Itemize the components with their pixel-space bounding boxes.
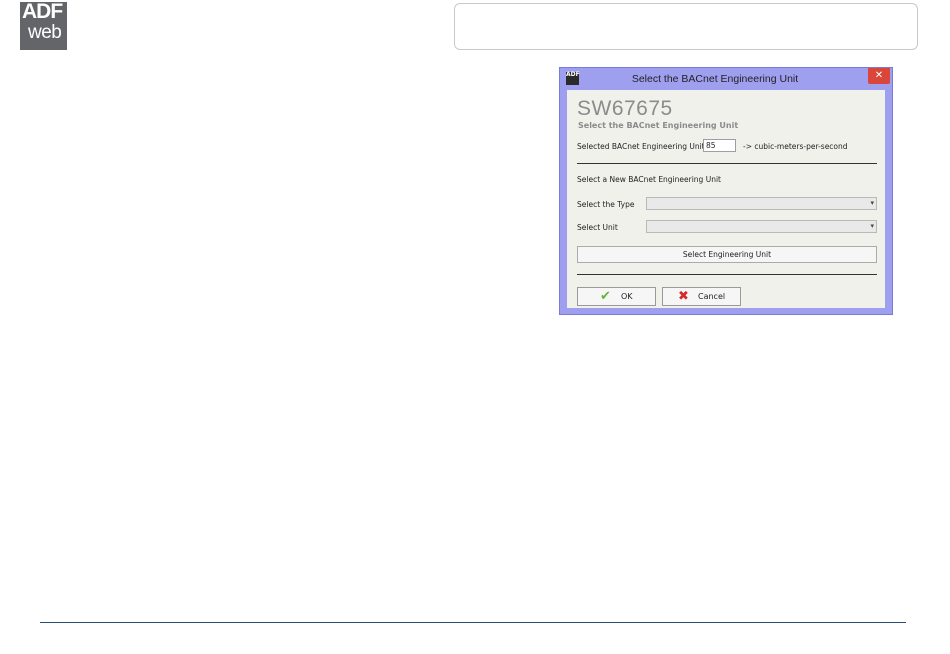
selected-unit-label: Selected BACnet Engineering Unit	[577, 142, 705, 151]
footer-line	[40, 622, 906, 623]
unit-select[interactable]: ▾	[646, 220, 877, 233]
cancel-button-label: Cancel	[698, 292, 726, 301]
chevron-down-icon: ▾	[870, 223, 874, 230]
engineering-unit-dialog: ADF Select the BACnet Engineering Unit ✕…	[559, 67, 893, 315]
close-button[interactable]: ✕	[868, 68, 890, 84]
logo-line-2: web	[28, 22, 62, 43]
new-unit-heading: Select a New BACnet Engineering Unit	[577, 175, 721, 184]
separator-top	[577, 163, 877, 164]
header-box	[454, 3, 918, 50]
selected-unit-input[interactable]: 85	[703, 139, 736, 152]
ok-button[interactable]: ✔ OK	[577, 287, 656, 306]
unit-label: Select Unit	[577, 223, 618, 232]
dialog-title: Select the BACnet Engineering Unit	[631, 73, 799, 85]
product-code: SW67675	[577, 97, 673, 120]
ok-button-label: OK	[621, 292, 633, 301]
chevron-down-icon: ▾	[870, 200, 874, 207]
select-engineering-unit-button[interactable]: Select Engineering Unit	[577, 246, 877, 263]
selected-unit-name: -> cubic-meters-per-second	[743, 142, 848, 151]
type-label: Select the Type	[577, 200, 635, 209]
separator-bottom	[577, 274, 877, 275]
type-select[interactable]: ▾	[646, 197, 877, 210]
check-icon: ✔	[600, 289, 611, 304]
adf-web-logo: ADF web	[20, 2, 67, 50]
cancel-button[interactable]: ✖ Cancel	[662, 287, 741, 306]
dialog-body: SW67675 Select the BACnet Engineering Un…	[567, 90, 885, 308]
close-icon: ✕	[874, 70, 884, 81]
dialog-titlebar[interactable]: ADF Select the BACnet Engineering Unit ✕	[560, 68, 892, 90]
cross-icon: ✖	[678, 289, 689, 304]
dialog-subtitle: Select the BACnet Engineering Unit	[578, 121, 739, 130]
